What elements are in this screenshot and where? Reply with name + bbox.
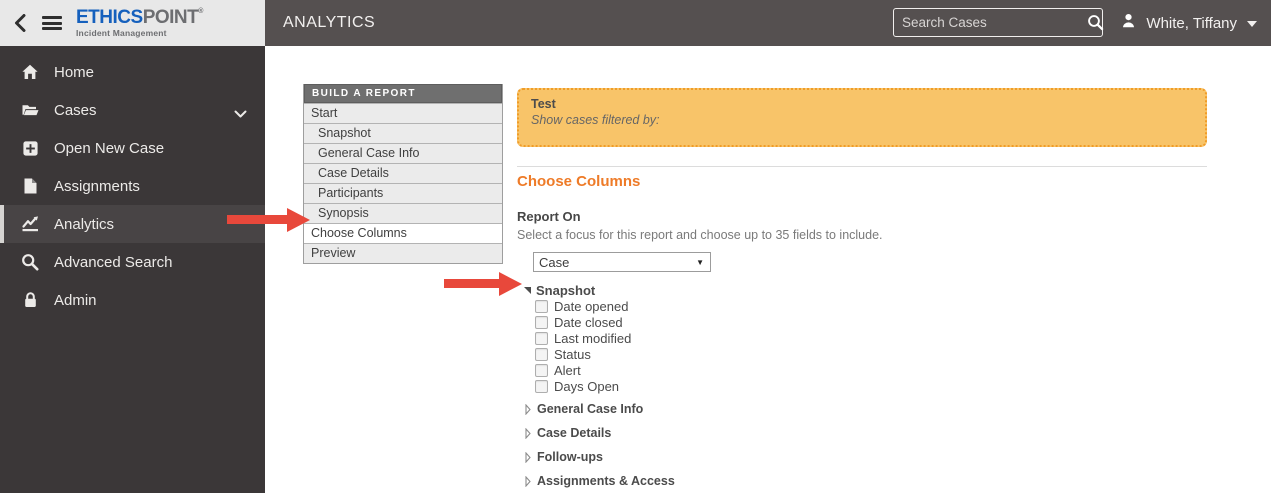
folder-open-icon <box>20 101 40 119</box>
back-chevron-icon[interactable] <box>14 14 30 32</box>
menu-item-case-details[interactable]: Case Details <box>304 163 502 183</box>
file-icon <box>20 177 40 195</box>
report-on-label: Report On <box>517 209 581 224</box>
logo-text-primary: ETHICS <box>76 7 143 29</box>
checkbox-date-closed[interactable] <box>535 315 548 329</box>
checkbox-label: Days Open <box>554 378 620 394</box>
field-group-case-details[interactable]: Case Details <box>517 426 1207 440</box>
menu-item-general-case-info[interactable]: General Case Info <box>304 143 502 163</box>
field-group-label: Assignments & Access <box>537 474 675 488</box>
select-caret-down-icon: ▼ <box>696 257 704 267</box>
search-icon[interactable] <box>1087 14 1104 31</box>
user-name: White, Tiffany <box>1146 14 1237 32</box>
triangle-collapsed-icon <box>525 427 531 439</box>
sidebar-item-label: Home <box>54 63 95 81</box>
report-filter-line: Show cases filtered by: <box>531 113 660 127</box>
chart-line-icon <box>20 215 40 233</box>
menu-item-participants[interactable]: Participants <box>304 183 502 203</box>
sidebar-item-open-new-case[interactable]: Open New Case <box>0 129 265 167</box>
field-group-snapshot[interactable]: Snapshot <box>517 282 1207 298</box>
checkbox-days-open[interactable] <box>535 379 548 393</box>
sidebar-item-cases[interactable]: Cases <box>0 91 265 129</box>
report-summary-box: Test Show cases filtered by: <box>517 88 1207 147</box>
sidebar-item-label: Admin <box>54 291 97 309</box>
search-input[interactable] <box>894 15 1087 30</box>
checkbox-label: Status <box>554 346 591 362</box>
logo-text-secondary: POINT <box>142 7 199 29</box>
report-on-description: Select a focus for this report and choos… <box>517 228 883 242</box>
checkbox-label: Date closed <box>554 314 623 330</box>
checkbox-label: Last modified <box>554 330 632 346</box>
triangle-collapsed-icon <box>525 403 531 415</box>
sidebar-item-label: Assignments <box>54 177 140 195</box>
search-icon <box>20 253 40 271</box>
build-report-menu-header: BUILD A REPORT <box>304 84 502 103</box>
user-caret-down-icon <box>1247 21 1257 27</box>
triangle-collapsed-icon <box>525 475 531 487</box>
topbar: ANALYTICS White, Tiffany <box>265 0 1271 46</box>
menu-item-choose-columns[interactable]: Choose Columns <box>304 223 502 243</box>
page-title: ANALYTICS <box>283 14 376 31</box>
field-row-last-modified[interactable]: Last modified <box>535 330 1207 346</box>
field-row-days-open[interactable]: Days Open <box>535 378 1207 394</box>
checkbox-status[interactable] <box>535 347 548 361</box>
checkbox-date-opened[interactable] <box>535 299 548 313</box>
sidebar-item-assignments[interactable]: Assignments <box>0 167 265 205</box>
field-row-date-opened[interactable]: Date opened <box>535 298 1207 314</box>
plus-square-icon <box>20 140 40 157</box>
field-group-label: General Case Info <box>537 402 644 416</box>
field-group-label: Follow-ups <box>537 450 603 464</box>
user-menu[interactable]: White, Tiffany <box>1120 0 1257 46</box>
menu-item-snapshot[interactable]: Snapshot <box>304 123 502 143</box>
ethicspoint-logo: ETHICSPOINT® Incident Management <box>76 8 203 38</box>
field-tree: Snapshot Date opened Date closed Last mo… <box>517 282 1207 488</box>
triangle-expanded-icon <box>524 286 531 294</box>
field-row-alert[interactable]: Alert <box>535 362 1207 378</box>
sidebar-item-label: Analytics <box>54 215 115 233</box>
sidebar-item-label: Advanced Search <box>54 253 173 271</box>
main-content: BUILD A REPORT Start Snapshot General Ca… <box>265 46 1271 493</box>
sidebar-item-admin[interactable]: Admin <box>0 281 265 319</box>
sidebar-item-advanced-search[interactable]: Advanced Search <box>0 243 265 281</box>
report-on-selected-value: Case <box>539 254 570 270</box>
logo-bar: ETHICSPOINT® Incident Management <box>0 0 265 46</box>
report-title: Test <box>531 97 556 111</box>
field-group-label: Case Details <box>537 426 612 440</box>
user-icon <box>1120 12 1137 34</box>
section-heading: Choose Columns <box>517 173 641 190</box>
chevron-down-icon <box>234 106 247 123</box>
report-on-select[interactable]: Case ▼ <box>533 252 711 272</box>
menu-item-synopsis[interactable]: Synopsis <box>304 203 502 223</box>
menu-hamburger-icon[interactable] <box>42 16 62 30</box>
sidebar: Home Cases Open New Case Assignments Ana… <box>0 46 265 493</box>
section-divider <box>517 166 1207 167</box>
field-group-assignments-access[interactable]: Assignments & Access <box>517 474 1207 488</box>
menu-item-start[interactable]: Start <box>304 103 502 123</box>
checkbox-last-modified[interactable] <box>535 331 548 345</box>
logo-trademark: ® <box>198 8 203 16</box>
sidebar-item-home[interactable]: Home <box>0 53 265 91</box>
field-group-general-case-info[interactable]: General Case Info <box>517 402 1207 416</box>
ethicspoint-app: ETHICSPOINT® Incident Management ANALYTI… <box>0 0 1271 493</box>
field-row-date-closed[interactable]: Date closed <box>535 314 1207 330</box>
lock-icon <box>20 291 40 309</box>
field-group-follow-ups[interactable]: Follow-ups <box>517 450 1207 464</box>
sidebar-item-label: Open New Case <box>54 139 165 157</box>
checkbox-label: Date opened <box>554 298 629 314</box>
search-box <box>893 8 1104 37</box>
triangle-collapsed-icon <box>525 451 531 463</box>
choose-columns-panel: Test Show cases filtered by: Choose Colu… <box>517 88 1207 488</box>
field-row-status[interactable]: Status <box>535 346 1207 362</box>
home-icon <box>20 63 40 81</box>
field-group-label: Snapshot <box>536 282 596 298</box>
logo-tagline: Incident Management <box>76 28 167 39</box>
checkbox-alert[interactable] <box>535 363 548 377</box>
sidebar-item-analytics[interactable]: Analytics <box>0 205 265 243</box>
menu-item-preview[interactable]: Preview <box>304 243 502 263</box>
sidebar-item-label: Cases <box>54 101 97 119</box>
build-report-menu: BUILD A REPORT Start Snapshot General Ca… <box>303 84 503 264</box>
checkbox-label: Alert <box>554 362 581 378</box>
